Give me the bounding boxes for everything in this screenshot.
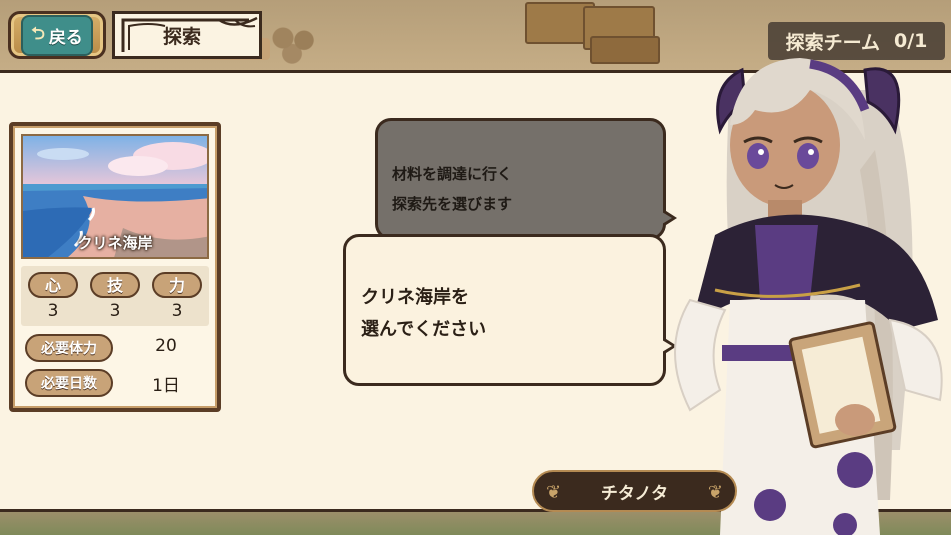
stat-value: 3 bbox=[109, 301, 121, 321]
stat-label: 心 bbox=[28, 272, 78, 298]
speaker-name: チタノタ bbox=[600, 483, 669, 504]
location-image: クリネ海岸 bbox=[21, 134, 209, 259]
character-portrait bbox=[674, 58, 943, 535]
return-arrow-icon: ⮌ bbox=[31, 23, 45, 44]
required-stamina-row: 必要体力 20 bbox=[21, 334, 209, 364]
ornament-icon: ❦ bbox=[707, 482, 723, 503]
current-dialogue-text: クリネ海岸を 選んでください bbox=[361, 282, 651, 346]
required-days-label: 必要日数 bbox=[25, 369, 113, 397]
previous-dialogue-line: 材料を調達に行く bbox=[392, 165, 513, 183]
stat-label: 技 bbox=[90, 272, 140, 298]
stats-area: 心 3 技 3 力 3 bbox=[21, 266, 209, 326]
stat-value: 3 bbox=[47, 301, 59, 321]
required-stamina-label: 必要体力 bbox=[25, 334, 113, 362]
required-days-value: 1日 bbox=[152, 376, 180, 396]
location-name: クリネ海岸 bbox=[77, 234, 153, 252]
back-button-face[interactable]: ⮌ 戻る bbox=[21, 14, 93, 56]
current-dialogue-line: クリネ海岸を bbox=[361, 287, 469, 308]
previous-dialogue-line: 探索先を選びます bbox=[392, 195, 513, 213]
current-speech-bubble[interactable]: クリネ海岸を 選んでください bbox=[343, 234, 677, 386]
stat-skill: 技 3 bbox=[87, 272, 143, 321]
back-button[interactable]: ⮌ 戻る bbox=[8, 11, 106, 59]
firewood-decoration bbox=[265, 20, 325, 65]
stat-label: 力 bbox=[152, 272, 202, 298]
stat-value: 3 bbox=[171, 301, 183, 321]
required-stamina-value: 20 bbox=[155, 336, 177, 356]
current-dialogue-line: 選んでください bbox=[361, 319, 487, 340]
location-card[interactable]: クリネ海岸 心 3 技 3 力 3 必要体力 20 必要日数 1日 bbox=[9, 122, 221, 412]
page-title: 探索 bbox=[163, 25, 202, 48]
crate-decoration bbox=[590, 36, 660, 64]
previous-speech-bubble: 材料を調達に行く 探索先を選びます bbox=[375, 118, 677, 240]
stat-heart: 心 3 bbox=[25, 272, 81, 321]
back-button-label: 戻る bbox=[48, 27, 83, 48]
required-days-row: 必要日数 1日 bbox=[21, 369, 209, 399]
stat-power: 力 3 bbox=[149, 272, 205, 321]
speaker-name-plate: ❦ チタノタ ❦ bbox=[532, 470, 737, 512]
title-plate: 探索 bbox=[112, 11, 262, 59]
previous-dialogue-text: 材料を調達に行く 探索先を選びます bbox=[392, 159, 642, 219]
ornament-icon: ❦ bbox=[546, 482, 562, 503]
